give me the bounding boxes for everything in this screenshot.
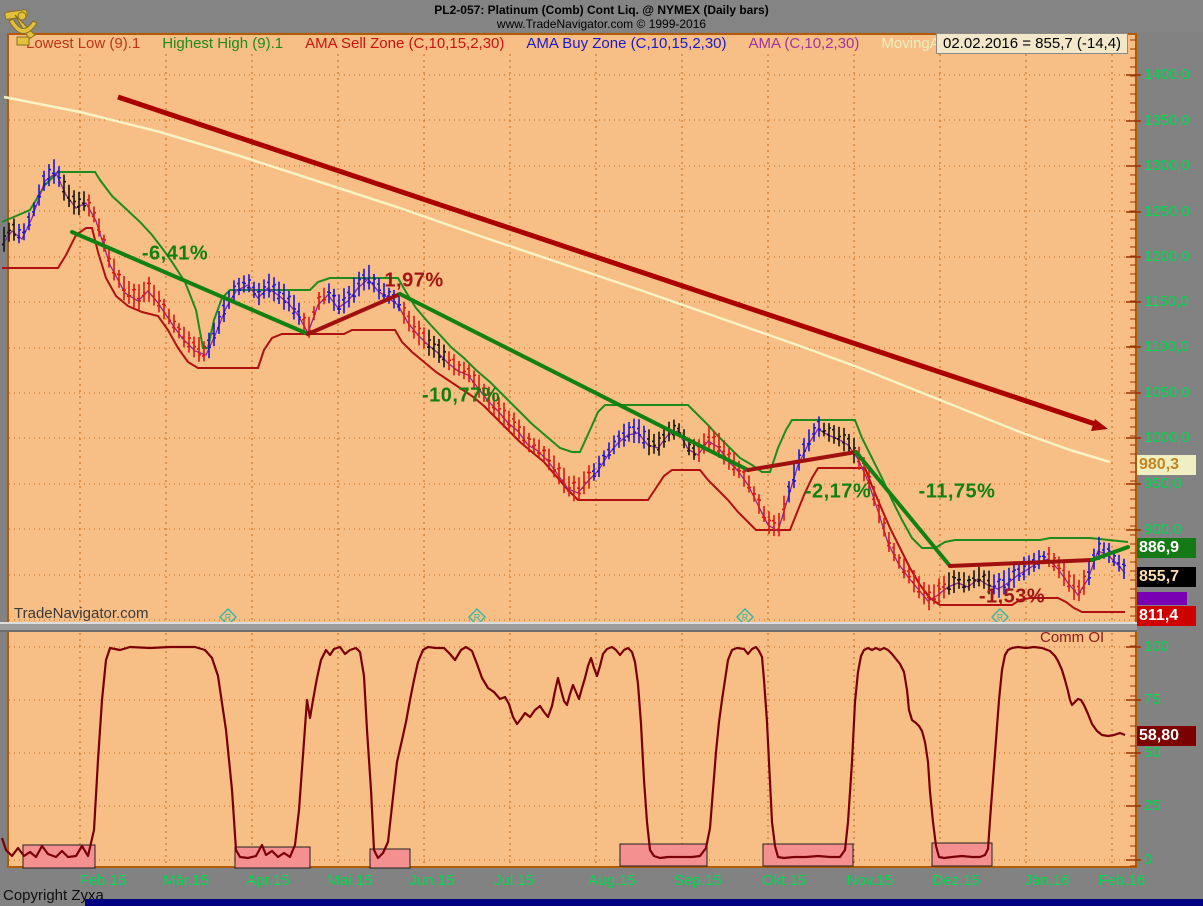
main-y-axis-label: 1200,0 bbox=[1144, 248, 1190, 265]
watermark: TradeNavigator.com bbox=[14, 605, 149, 622]
main-y-axis-label: 1400,0 bbox=[1144, 66, 1190, 83]
trade-percent-annotation: -11,75% bbox=[918, 480, 996, 503]
x-axis-month-label: Mai.15 bbox=[327, 872, 373, 889]
trade-navigator-window: PL2-057: Platinum (Comb) Cont Liq. @ NYM… bbox=[0, 0, 1203, 906]
main-y-axis-label: 1050,0 bbox=[1144, 384, 1190, 401]
comm-oi-line bbox=[0, 645, 1126, 860]
trade-percent-annotation: -10,77% bbox=[422, 384, 500, 407]
price-badge: 855,7 bbox=[1137, 567, 1196, 587]
x-axis-month-label: Nov.15 bbox=[846, 872, 894, 889]
trade-percent-annotation: -1,53% bbox=[978, 585, 1046, 608]
main-y-axis-label: 1000,0 bbox=[1144, 429, 1190, 446]
bottom-navy-bar bbox=[85, 899, 1203, 906]
x-axis-month-label: Okt.15 bbox=[761, 872, 807, 889]
sub-y-axis-label: 75 bbox=[1144, 691, 1161, 708]
legend-ama-sell-zone[interactable]: AMA Sell Zone (C,10,15,2,30) bbox=[305, 35, 504, 53]
svg-text:R: R bbox=[474, 613, 481, 623]
svg-text:R: R bbox=[742, 613, 749, 623]
x-axis-month-label: Dez.15 bbox=[932, 872, 980, 889]
svg-text:R: R bbox=[225, 613, 232, 623]
ama-line bbox=[1, 172, 1126, 602]
trade-percent-annotation: -6,41% bbox=[141, 242, 209, 265]
trade-percent-annotation: -2,17% bbox=[804, 480, 872, 503]
x-axis-month-label: Apr.15 bbox=[246, 872, 290, 889]
sub-y-axis-label: 0 bbox=[1144, 851, 1153, 868]
main-y-axis-label: 1150,0 bbox=[1144, 293, 1189, 310]
tradenavigator-logo-icon bbox=[4, 9, 38, 46]
price-badge: 886,9 bbox=[1137, 538, 1196, 558]
main-y-axis-label: 900,0 bbox=[1144, 521, 1182, 538]
main-y-axis-label: 1250,0 bbox=[1144, 203, 1190, 220]
down-trendline bbox=[117, 94, 1108, 431]
main-y-axis-label: 1350,0 bbox=[1144, 112, 1190, 129]
sub-y-axis-label: 50 bbox=[1144, 744, 1161, 761]
sub-y-axis-label: 25 bbox=[1144, 797, 1161, 814]
panel-splitter[interactable] bbox=[0, 622, 1137, 632]
price-badge: 811,4 bbox=[1137, 606, 1196, 626]
indicator-legend: Lowest Low (9).1 Highest High (9).1 AMA … bbox=[26, 35, 1010, 53]
x-axis-month-label: Jän.16 bbox=[1024, 872, 1070, 889]
movingavg-200-line bbox=[3, 95, 1111, 464]
lowest-low-line bbox=[2, 227, 1125, 613]
legend-ama-buy-zone[interactable]: AMA Buy Zone (C,10,15,2,30) bbox=[526, 35, 726, 53]
x-axis-month-label: Jul.15 bbox=[493, 872, 535, 889]
price-badge: 980,3 bbox=[1137, 455, 1196, 475]
trade-percent-annotation: 1,97% bbox=[384, 269, 444, 292]
x-axis-month-label: Feb.16 bbox=[1098, 872, 1146, 889]
x-axis-month-label: Sep.15 bbox=[674, 872, 722, 889]
main-y-axis-label: 1100,0 bbox=[1144, 338, 1189, 355]
ama-badge-partial bbox=[1137, 592, 1187, 605]
chart-canvas[interactable]: RRRR bbox=[0, 0, 1203, 906]
svg-text:R: R bbox=[997, 613, 1004, 623]
main-y-axis-label: 1300,0 bbox=[1144, 157, 1190, 174]
cursor-date-value-box: 02.02.2016 = 855,7 (-14,4) bbox=[936, 33, 1129, 54]
x-axis-month-label: Aug.15 bbox=[588, 872, 636, 889]
trade-trend-segments bbox=[70, 230, 1130, 568]
price-badge: 58,80 bbox=[1137, 726, 1196, 746]
sub-y-axis-label: 100 bbox=[1144, 638, 1170, 655]
legend-ama[interactable]: AMA (C,10,2,30) bbox=[749, 35, 860, 53]
x-axis-month-label: Mär.15 bbox=[163, 872, 209, 889]
price-bars bbox=[2, 159, 1126, 611]
oversold-highlight-boxes bbox=[22, 842, 993, 869]
x-axis-month-label: Jun.15 bbox=[409, 872, 455, 889]
gridlines bbox=[9, 54, 1135, 866]
main-y-axis-label: 950,0 bbox=[1144, 475, 1182, 492]
legend-highest-high[interactable]: Highest High (9).1 bbox=[162, 35, 283, 53]
